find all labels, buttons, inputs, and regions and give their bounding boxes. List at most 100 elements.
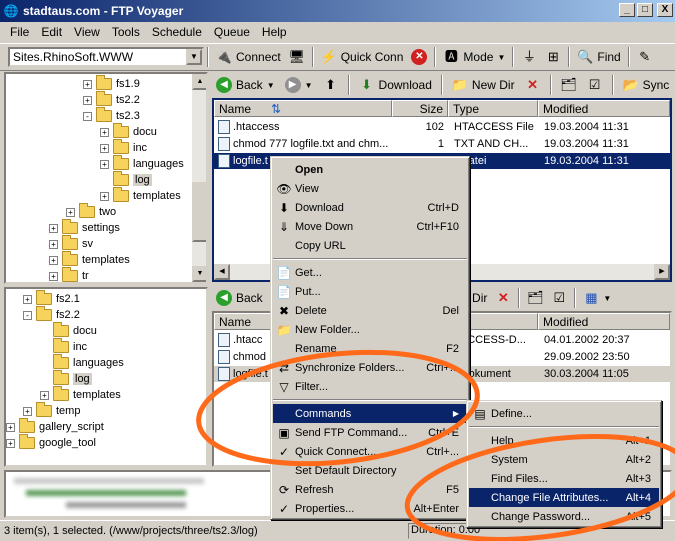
local-back-button[interactable]: ◀ Back — [212, 290, 267, 306]
download-button[interactable]: ⬇ Download — [355, 77, 436, 93]
menu-view[interactable]: View — [68, 25, 106, 39]
col-size-header[interactable]: Size — [392, 100, 448, 117]
expand-icon[interactable]: + — [100, 127, 109, 137]
tree-item[interactable]: + sv — [49, 235, 93, 252]
tree-item[interactable]: log — [40, 370, 92, 387]
scroll-thumb[interactable] — [192, 182, 206, 242]
col-name-header[interactable]: Name ⇅ — [214, 100, 392, 117]
minimize-button[interactable]: _ — [619, 3, 635, 17]
mode-button[interactable]: 🅰 Mode ▼ — [439, 49, 509, 65]
tree-item[interactable]: + fs1.9 — [83, 75, 140, 92]
menu-item-send-ftp-command[interactable]: ▣ Send FTP Command... Ctrl+E — [273, 423, 467, 442]
submenu-item-help[interactable]: Help Alt+1 — [469, 431, 659, 450]
expand-icon[interactable]: + — [23, 406, 32, 416]
tree-item[interactable]: + tr — [49, 267, 89, 282]
collapse-icon[interactable]: - — [83, 111, 92, 121]
scroll-up-icon[interactable]: ▲ — [192, 74, 206, 90]
tree-item[interactable]: docu — [40, 322, 97, 339]
view-mode-button[interactable]: ▦ ▼ — [579, 290, 615, 306]
tree-scrollbar[interactable]: ▲ ▼ — [192, 74, 206, 282]
tree-item[interactable]: + gallery_script — [6, 418, 104, 435]
quick-connect-button[interactable]: ⚡ Quick Conn — [317, 49, 408, 65]
tree-item[interactable]: + settings — [49, 219, 120, 236]
tree-item[interactable]: + languages — [100, 155, 184, 172]
remote-forward-button[interactable]: ▶ ▼ — [281, 77, 317, 93]
expand-icon[interactable]: + — [66, 207, 75, 217]
remote-new-dir-button[interactable]: 📁 New Dir — [448, 77, 519, 93]
file-row[interactable]: .htaccess 102 HTACCESS File 19.03.2004 11:3… — [214, 119, 670, 135]
remote-up-button[interactable]: ⬆ — [319, 77, 343, 93]
scroll-down-icon[interactable]: ▼ — [192, 266, 206, 282]
expand-icon[interactable]: + — [49, 223, 58, 233]
menu-item-commands[interactable]: Commands ▶ — [273, 404, 467, 423]
sync-button[interactable]: 📂 Sync — [619, 77, 674, 93]
remote-properties-button[interactable]: ☑ — [583, 77, 607, 93]
menu-item-filter[interactable]: ▽ Filter... — [273, 377, 467, 396]
menu-item-synchronize-folders[interactable]: ⇄ Synchronize Folders... Ctrl+... — [273, 358, 467, 377]
tree-item[interactable]: + fs2.1 — [23, 290, 80, 307]
expand-icon[interactable]: + — [23, 294, 32, 304]
remote-folder-tree[interactable]: + fs1.9 + ts2.2 - ts2.3 + docu + inc + languages log… — [4, 72, 208, 284]
tree-item[interactable]: + ts2.2 — [83, 91, 140, 108]
submenu-item-find-files[interactable]: Find Files... Alt+3 — [469, 469, 659, 488]
expand-icon[interactable]: + — [40, 390, 49, 400]
collapse-icon[interactable]: - — [23, 310, 32, 320]
filter-button[interactable]: ⏚ — [517, 49, 541, 65]
menu-edit[interactable]: Edit — [35, 25, 68, 39]
remote-back-button[interactable]: ◀ Back ▼ — [212, 77, 279, 93]
tree-item[interactable]: + templates — [49, 251, 130, 268]
local-folder-tree[interactable]: + fs2.1 - fs2.2 docu inc languages log + template… — [4, 287, 208, 467]
col-modified-header[interactable]: Modified — [538, 313, 670, 330]
remote-folder-options-button[interactable]: 🗂 — [557, 77, 581, 93]
tree-item[interactable]: log — [100, 171, 152, 188]
menu-file[interactable]: File — [4, 25, 35, 39]
tree-item[interactable]: + inc — [100, 139, 147, 156]
scroll-left-icon[interactable]: ◀ — [214, 264, 230, 280]
tree-item[interactable]: + templates — [40, 386, 121, 403]
menu-item-move-down[interactable]: ⇓ Move Down Ctrl+F10 — [273, 217, 467, 236]
expand-icon[interactable]: + — [49, 239, 58, 249]
expand-icon[interactable]: + — [83, 95, 92, 105]
tree-item[interactable]: inc — [40, 338, 87, 355]
menu-queue[interactable]: Queue — [208, 25, 256, 39]
find-button[interactable]: 🔍 Find — [573, 49, 624, 65]
tree-item[interactable]: + google_tool — [6, 434, 96, 451]
tree-item[interactable]: + docu — [100, 123, 157, 140]
disconnect-button[interactable]: ✕ — [407, 49, 431, 65]
tree-item[interactable]: + two — [66, 203, 116, 220]
col-type-header[interactable]: Type — [448, 100, 538, 117]
col-modified-header[interactable]: Modified — [538, 100, 670, 117]
menu-help[interactable]: Help — [256, 25, 293, 39]
expand-icon[interactable]: + — [49, 255, 58, 265]
menu-item-quick-connect[interactable]: ✓ Quick Connect... Ctrl+... — [273, 442, 467, 461]
menu-item-copy-url[interactable]: Copy URL — [273, 236, 467, 255]
edit-button[interactable]: ✎ — [633, 49, 657, 65]
local-properties-button[interactable]: ☑ — [547, 290, 571, 306]
menu-item-download[interactable]: ⬇ Download Ctrl+D — [273, 198, 467, 217]
connect-button[interactable]: 🔌 Connect — [212, 49, 285, 65]
submenu-item-change-file-attributes[interactable]: Change File Attributes... Alt+4 — [469, 488, 659, 507]
local-delete-button[interactable]: ✕ — [491, 290, 515, 306]
tree-item[interactable]: languages — [40, 354, 124, 371]
tree-item[interactable]: + temp — [23, 402, 80, 419]
menu-item-properties[interactable]: ✓ Properties... Alt+Enter — [273, 499, 467, 518]
tree-item[interactable]: - ts2.3 — [83, 107, 140, 124]
menu-item-get[interactable]: 📄 Get... — [273, 263, 467, 282]
expand-icon[interactable]: + — [6, 438, 15, 448]
expand-icon[interactable]: + — [100, 159, 109, 169]
expand-icon[interactable]: + — [6, 422, 15, 432]
menu-tools[interactable]: Tools — [106, 25, 146, 39]
tree-item[interactable]: - fs2.2 — [23, 306, 80, 323]
close-button[interactable]: X — [657, 3, 673, 17]
menu-item-set-default-directory[interactable]: Set Default Directory — [273, 461, 467, 480]
menu-item-new-folder[interactable]: 📁 New Folder... — [273, 320, 467, 339]
menu-item-put[interactable]: 📄 Put... — [273, 282, 467, 301]
menu-schedule[interactable]: Schedule — [146, 25, 208, 39]
menu-item-delete[interactable]: ✖ Delete Del — [273, 301, 467, 320]
maximize-button[interactable]: □ — [637, 3, 653, 17]
local-folder-options-button[interactable]: 🗂 — [523, 290, 547, 306]
expand-icon[interactable]: + — [100, 191, 109, 201]
menu-item-rename[interactable]: Rename F2 — [273, 339, 467, 358]
submenu-item-system[interactable]: System Alt+2 — [469, 450, 659, 469]
menu-item-refresh[interactable]: ⟳ Refresh F5 — [273, 480, 467, 499]
